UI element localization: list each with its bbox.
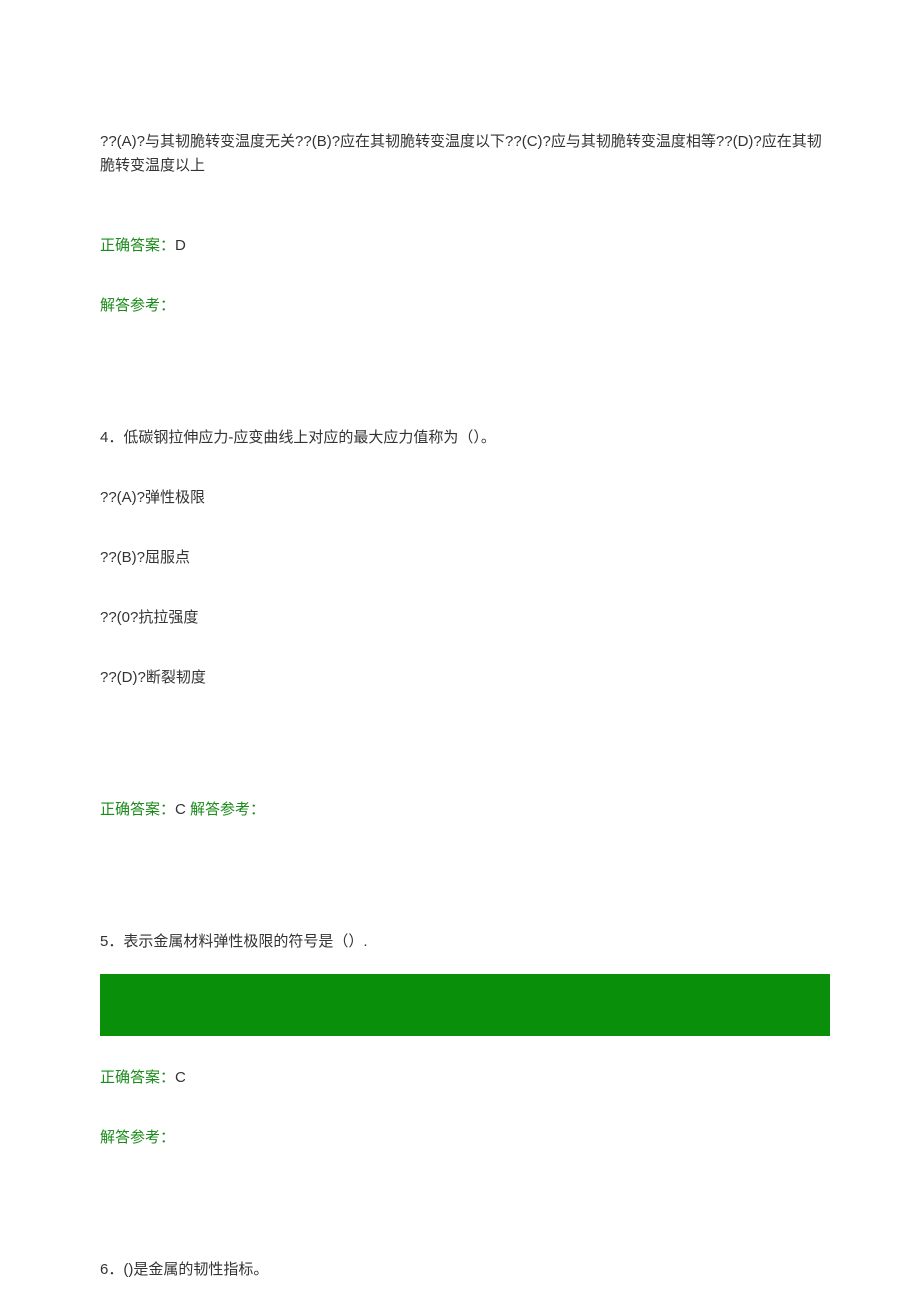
q6-stem: 6．()是金属的韧性指标。 (100, 1258, 830, 1282)
q4-answer-label: 正确答案： (100, 801, 175, 818)
q5-answer-label: 正确答案： (100, 1069, 175, 1086)
q4-ref-label: 解答参考： (186, 801, 265, 818)
q5-answer-value: C (175, 1069, 186, 1086)
q3-answer-line: 正确答案：D (100, 234, 830, 258)
q3-ref-label: 解答参考： (100, 294, 830, 318)
q3-answer-label: 正确答案： (100, 237, 175, 254)
question-3-options: ??(A)?与其韧脆转变温度无关??(B)?应在其韧脆转变温度以下??(C)?应… (100, 130, 830, 178)
q4-stem: 4．低碳钢拉伸应力-应变曲线上对应的最大应力值称为（）。 (100, 426, 830, 450)
q3-answer-value: D (175, 237, 186, 254)
q5-ref-label: 解答参考： (100, 1126, 830, 1150)
q3-options-text: ??(A)?与其韧脆转变温度无关??(B)?应在其韧脆转变温度以下??(C)?应… (100, 130, 830, 178)
q4-answer-line: 正确答案：C 解答参考： (100, 798, 830, 822)
q5-green-bar (100, 974, 830, 1036)
q5-answer-line: 正确答案：C (100, 1066, 830, 1090)
q4-answer-value: C (175, 801, 186, 818)
q5-stem: 5．表示金属材料弹性极限的符号是（）. (100, 930, 830, 954)
q4-option-a: ??(A)?弹性极限 (100, 486, 830, 510)
q4-option-d: ??(D)?断裂韧度 (100, 666, 830, 690)
q4-option-c: ??(0?抗拉强度 (100, 606, 830, 630)
q4-option-b: ??(B)?屈服点 (100, 546, 830, 570)
